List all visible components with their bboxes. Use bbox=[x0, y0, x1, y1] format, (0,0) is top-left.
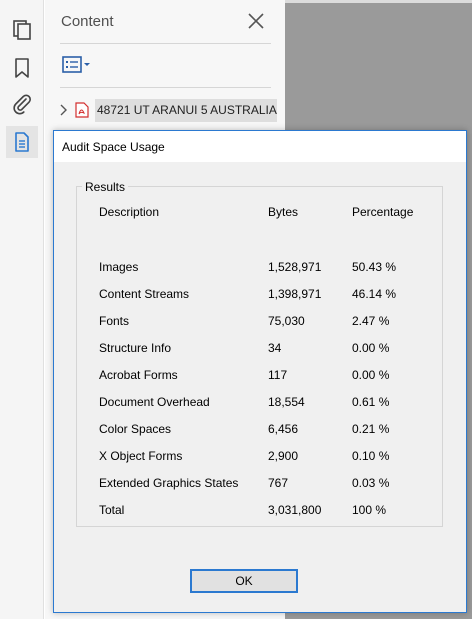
table-row: Content Streams 1,398,971 46.14 % bbox=[77, 287, 444, 303]
row-bytes: 2,900 bbox=[268, 449, 299, 463]
column-header-bytes: Bytes bbox=[268, 205, 299, 219]
audit-space-usage-dialog: Audit Space Usage Results Description By… bbox=[53, 130, 467, 613]
row-description: Document Overhead bbox=[99, 395, 210, 409]
table-row: Acrobat Forms 117 0.00 % bbox=[77, 368, 444, 384]
total-row: Total 3,031,800 100 % bbox=[77, 503, 444, 519]
row-description: Fonts bbox=[99, 314, 130, 328]
row-bytes: 117 bbox=[268, 368, 288, 382]
row-bytes: 6,456 bbox=[268, 422, 299, 436]
divider bbox=[60, 43, 271, 44]
chevron-right-icon[interactable] bbox=[55, 102, 71, 118]
table-row: Document Overhead 18,554 0.61 % bbox=[77, 395, 444, 411]
divider bbox=[60, 87, 271, 88]
row-percentage: 46.14 % bbox=[352, 287, 397, 301]
row-percentage: 0.21 % bbox=[352, 422, 390, 436]
row-description: Acrobat Forms bbox=[99, 368, 178, 382]
row-percentage: 0.03 % bbox=[352, 476, 390, 490]
table-row: Color Spaces 6,456 0.21 % bbox=[77, 422, 444, 438]
content-icon bbox=[11, 131, 33, 153]
table-row: Structure Info 34 0.00 % bbox=[77, 341, 444, 357]
row-description: Content Streams bbox=[99, 287, 190, 301]
tree-item-label: 48721 UT ARANUI 5 AUSTRALIAN I bbox=[95, 98, 277, 122]
dialog-title: Audit Space Usage bbox=[62, 139, 165, 154]
close-panel-button[interactable] bbox=[245, 11, 267, 33]
row-description: X Object Forms bbox=[99, 449, 183, 463]
row-percentage: 50.43 % bbox=[352, 260, 397, 274]
row-percentage: 0.00 % bbox=[352, 341, 390, 355]
document-toolbar-strip bbox=[285, 0, 472, 3]
results-group-label: Results bbox=[82, 180, 129, 194]
header-row: Description Bytes Percentage bbox=[77, 205, 444, 221]
row-percentage: 0.10 % bbox=[352, 449, 390, 463]
dialog-titlebar[interactable]: Audit Space Usage bbox=[54, 131, 466, 162]
tool-rail bbox=[0, 0, 44, 619]
row-bytes: 75,030 bbox=[268, 314, 305, 328]
row-description: Total bbox=[99, 503, 125, 517]
column-header-description: Description bbox=[99, 205, 160, 219]
row-percentage: 0.61 % bbox=[352, 395, 390, 409]
row-description: Images bbox=[99, 260, 139, 274]
bookmarks-button[interactable] bbox=[6, 52, 38, 84]
ok-button[interactable]: OK bbox=[190, 569, 298, 593]
table-row: Extended Graphics States 767 0.03 % bbox=[77, 476, 444, 492]
row-description: Structure Info bbox=[99, 341, 172, 355]
column-header-percentage: Percentage bbox=[352, 205, 414, 219]
row-percentage: 100 % bbox=[352, 503, 387, 517]
row-percentage: 0.00 % bbox=[352, 368, 390, 382]
list-options-icon bbox=[61, 55, 93, 78]
attachments-button[interactable] bbox=[6, 88, 38, 120]
table-row: Images 1,528,971 50.43 % bbox=[77, 260, 444, 276]
bookmark-icon bbox=[11, 57, 33, 79]
row-bytes: 3,031,800 bbox=[268, 503, 322, 517]
row-description: Extended Graphics States bbox=[99, 476, 239, 490]
content-button[interactable] bbox=[6, 126, 38, 158]
row-bytes: 1,528,971 bbox=[268, 260, 322, 274]
row-bytes: 767 bbox=[268, 476, 289, 490]
close-icon bbox=[247, 12, 265, 33]
results-group: Results Description Bytes Percentage Ima… bbox=[76, 180, 444, 527]
attachment-icon bbox=[11, 93, 33, 115]
row-percentage: 2.47 % bbox=[352, 314, 390, 328]
pages-icon bbox=[11, 19, 33, 41]
tree-item-document[interactable]: 48721 UT ARANUI 5 AUSTRALIAN I bbox=[55, 96, 283, 124]
row-bytes: 1,398,971 bbox=[268, 287, 322, 301]
row-description: Color Spaces bbox=[99, 422, 172, 436]
row-bytes: 18,554 bbox=[268, 395, 305, 409]
panel-title: Content bbox=[61, 13, 114, 30]
row-bytes: 34 bbox=[268, 341, 282, 355]
options-menu-button[interactable] bbox=[61, 54, 97, 78]
table-row: X Object Forms 2,900 0.10 % bbox=[77, 449, 444, 465]
pdf-file-icon bbox=[75, 102, 91, 118]
pages-button[interactable] bbox=[6, 14, 38, 46]
table-row: Fonts 75,030 2.47 % bbox=[77, 314, 444, 330]
